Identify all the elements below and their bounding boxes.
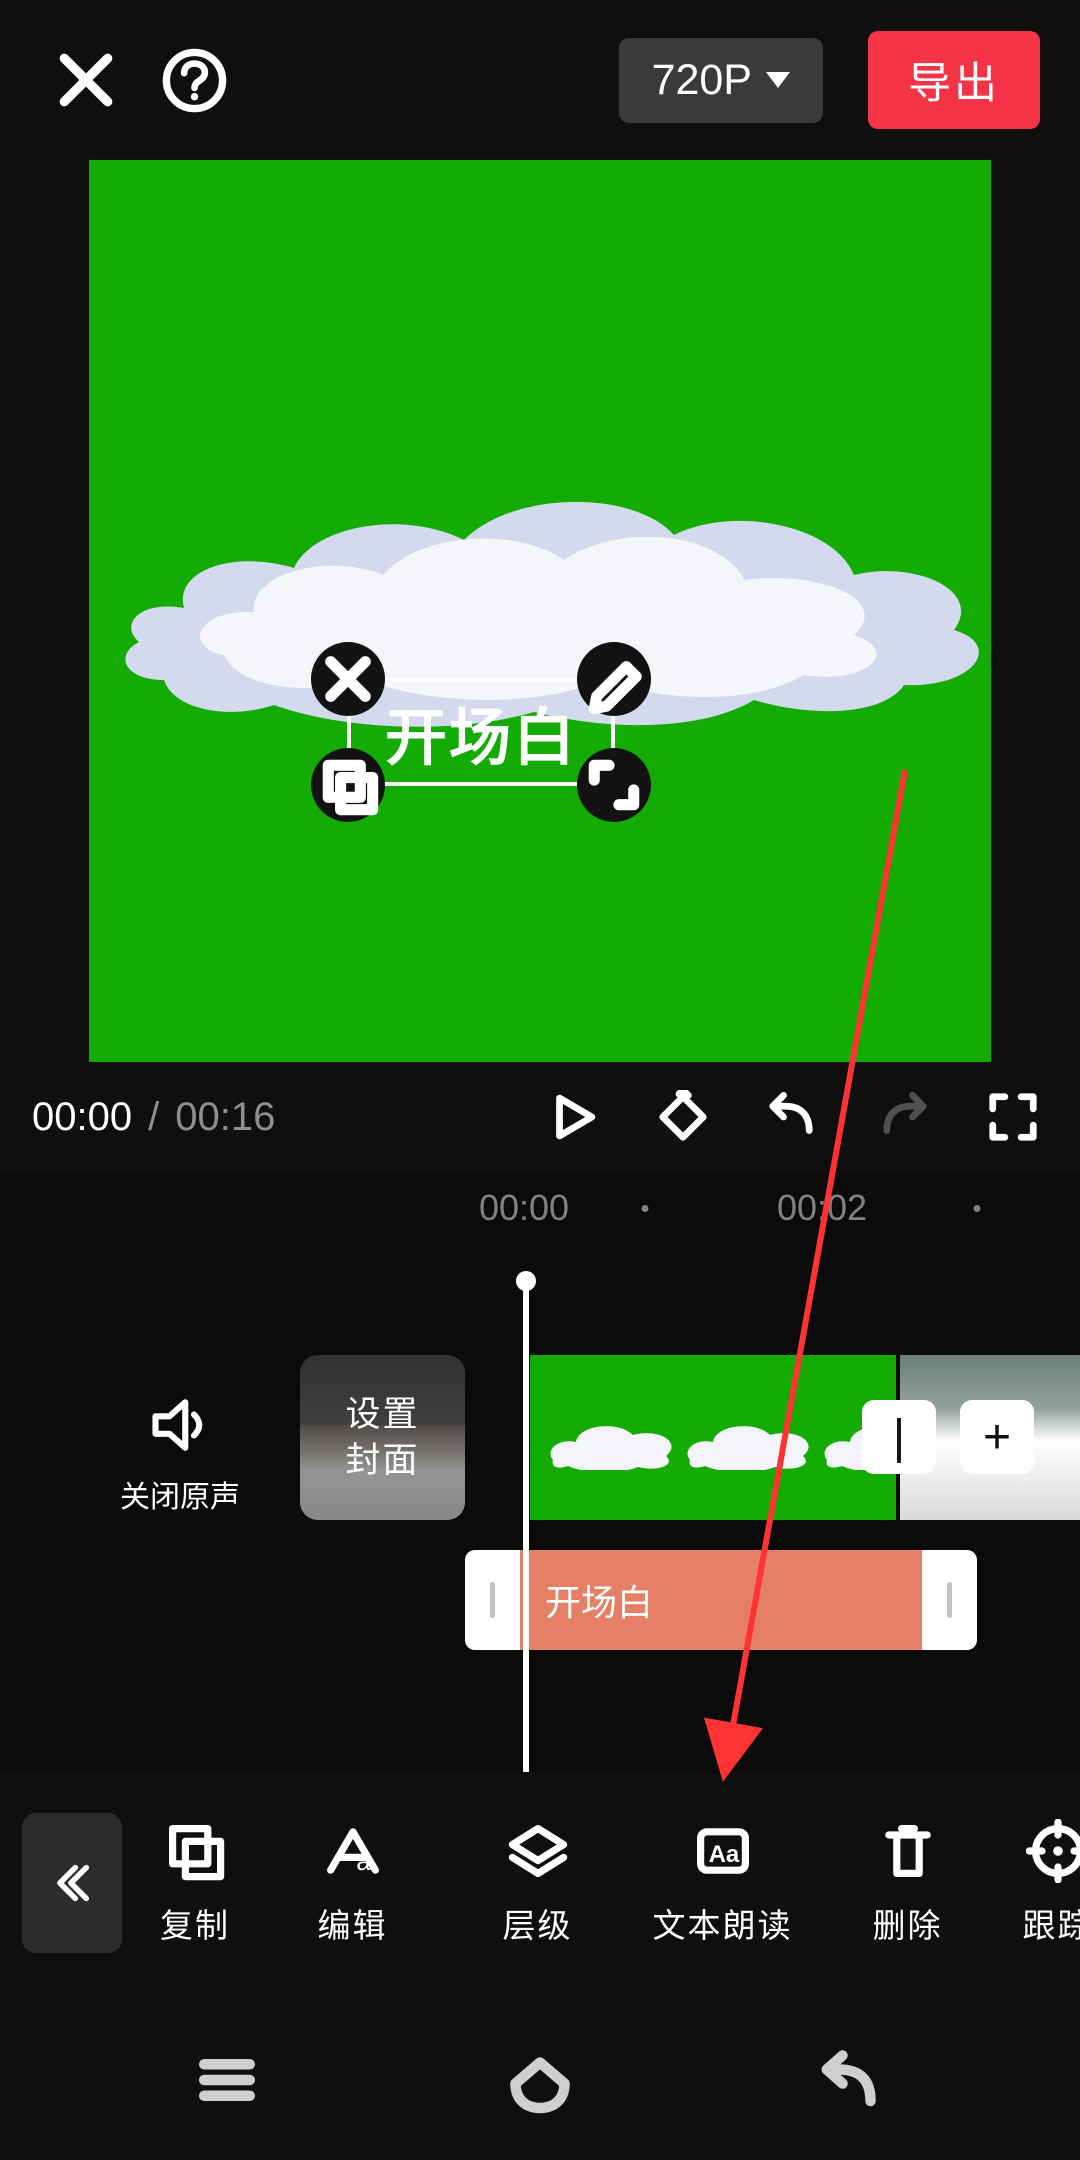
set-cover-button[interactable]: 设置封面 [300, 1355, 465, 1520]
resolution-label: 720P [652, 56, 752, 105]
keyframe-icon[interactable] [656, 1090, 710, 1144]
tool-delete-label: 删除 [873, 1899, 943, 1947]
cover-line1: 设置 [345, 1395, 419, 1434]
preview-canvas[interactable]: 开场白 [89, 160, 991, 1062]
timeline-ruler[interactable]: 00:00 00:02 [0, 1187, 1080, 1247]
current-time: 00:00 [32, 1095, 132, 1140]
total-time: 00:16 [175, 1095, 275, 1140]
ruler-mark: 00:02 [777, 1187, 867, 1229]
tool-track-label: 跟踪 [1023, 1899, 1080, 1947]
svg-text:Aa: Aa [708, 1841, 739, 1868]
resolution-button[interactable]: 720P [619, 38, 823, 123]
tool-tts[interactable]: Aa 文本朗读 [630, 1819, 815, 1947]
text-edit-handle[interactable] [577, 642, 651, 716]
tool-layer-label: 层级 [503, 1899, 573, 1947]
tool-copy-label: 复制 [160, 1899, 230, 1947]
undo-icon[interactable] [766, 1090, 820, 1144]
time-separator: / [148, 1095, 159, 1140]
tool-tts-label: 文本朗读 [653, 1899, 793, 1947]
close-icon[interactable] [55, 49, 117, 111]
text-overlay-content: 开场白 [385, 687, 577, 777]
text-track-segment[interactable]: 开场白 [465, 1550, 977, 1650]
playhead[interactable] [523, 1277, 529, 1772]
chevron-down-icon [766, 72, 790, 88]
tool-edit-label: 编辑 [318, 1899, 388, 1947]
export-button[interactable]: 导出 [868, 31, 1040, 129]
add-clip-button[interactable]: + [960, 1400, 1034, 1474]
tool-delete[interactable]: 删除 [815, 1819, 1000, 1947]
tool-edit[interactable]: a 编辑 [260, 1819, 445, 1947]
text-delete-handle[interactable] [311, 642, 385, 716]
ruler-dot [642, 1205, 649, 1212]
ruler-dot [974, 1205, 981, 1212]
nav-recent-icon[interactable] [192, 2045, 262, 2115]
tool-track[interactable]: 跟踪 [1000, 1819, 1080, 1947]
nav-back-icon[interactable] [818, 2045, 888, 2115]
text-resize-handle[interactable] [577, 748, 651, 822]
tool-layer[interactable]: 层级 [445, 1819, 630, 1947]
transition-button[interactable]: | [862, 1400, 936, 1474]
mute-label: 关闭原声 [120, 1472, 240, 1516]
redo-icon [876, 1090, 930, 1144]
timeline[interactable]: 00:00 00:02 关闭原声 设置封面 | + 开场白 [0, 1172, 1080, 1772]
play-icon[interactable] [546, 1090, 600, 1144]
svg-text:a: a [356, 1848, 371, 1876]
tool-copy[interactable]: 复制 [130, 1819, 260, 1947]
mute-original-sound[interactable]: 关闭原声 [120, 1390, 240, 1516]
nav-home-icon[interactable] [505, 2045, 575, 2115]
help-icon[interactable] [162, 48, 227, 113]
cover-line2: 封面 [345, 1441, 419, 1480]
fullscreen-icon[interactable] [986, 1090, 1040, 1144]
video-clip-a[interactable] [530, 1355, 896, 1520]
segment-left-handle[interactable] [465, 1550, 520, 1650]
text-copy-handle[interactable] [311, 748, 385, 822]
text-overlay-box[interactable]: 开场白 [347, 678, 615, 786]
tool-back-button[interactable] [22, 1813, 122, 1953]
segment-right-handle[interactable] [922, 1550, 977, 1650]
text-segment-label[interactable]: 开场白 [520, 1550, 922, 1650]
ruler-mark: 00:00 [479, 1187, 569, 1229]
